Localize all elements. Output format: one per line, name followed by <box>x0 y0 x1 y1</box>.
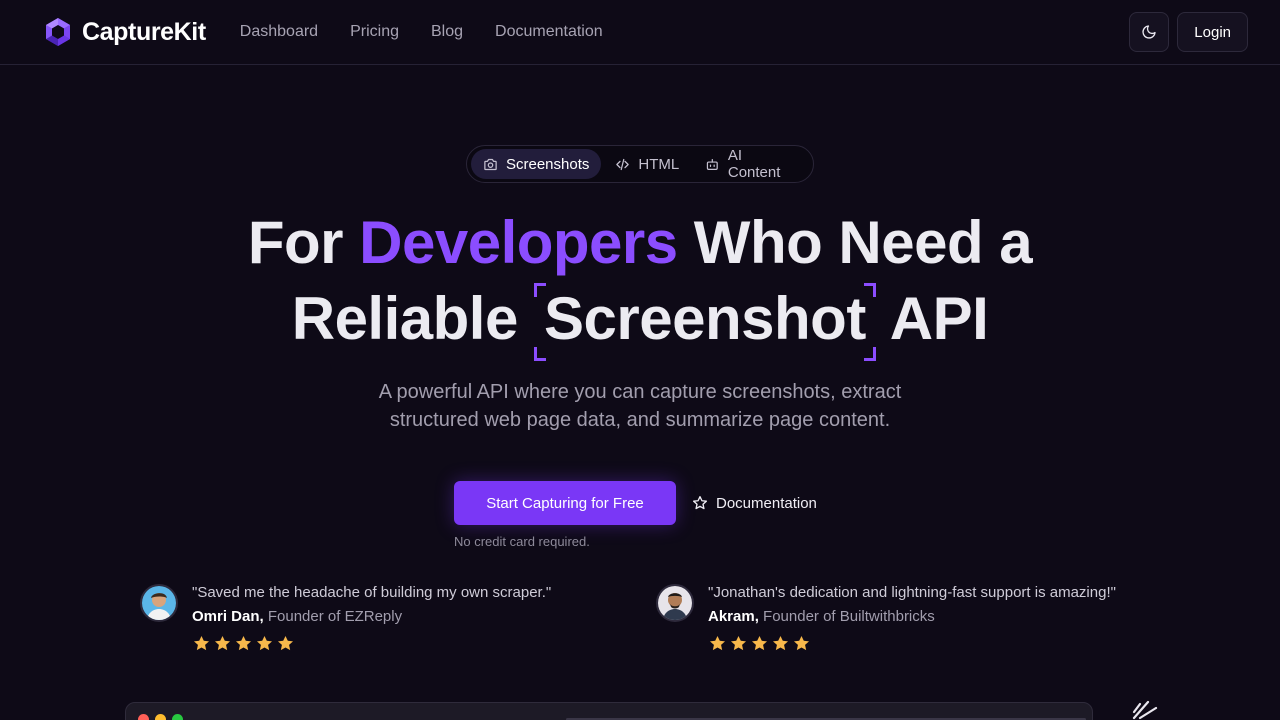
testimonial-card: "Saved me the headache of building my ow… <box>140 584 551 653</box>
capturekit-logo-icon <box>46 18 70 46</box>
brand-logo[interactable]: CaptureKit <box>42 16 206 48</box>
tab-label: AI Content <box>727 147 781 181</box>
star-icon <box>709 635 726 651</box>
window-minimize-dot <box>155 714 166 720</box>
documentation-link[interactable]: Documentation <box>692 495 817 512</box>
nav-link-dashboard[interactable]: Dashboard <box>240 23 318 41</box>
headline-bracketed-text: Screenshot <box>544 285 866 352</box>
testimonial-author: Omri Dan, Founder of EZReply <box>192 608 551 626</box>
headline-text: API <box>875 285 989 352</box>
theme-toggle-button[interactable] <box>1129 12 1170 52</box>
star-icon <box>256 635 273 651</box>
avatar <box>140 584 178 622</box>
headline-text: Who Need a <box>677 209 1033 276</box>
documentation-link-label: Documentation <box>716 494 817 512</box>
nav-link-pricing[interactable]: Pricing <box>350 23 399 41</box>
star-icon <box>730 635 747 651</box>
nav-link-documentation[interactable]: Documentation <box>495 23 603 41</box>
tab-label: Screenshots <box>506 155 590 173</box>
star-icon <box>751 635 768 651</box>
testimonial-author-name: Omri Dan, <box>192 608 264 625</box>
tab-screenshots[interactable]: Screenshots <box>471 149 602 179</box>
testimonial-quote: "Saved me the headache of building my ow… <box>192 584 552 601</box>
star-icon <box>235 635 252 651</box>
testimonial-author-role: Founder of EZReply <box>267 608 403 625</box>
testimonial-author-role: Founder of Builtwithbricks <box>763 608 935 625</box>
headline-accent-word: Developers <box>359 209 678 276</box>
star-icon <box>214 635 231 651</box>
brand-name: CaptureKit <box>82 17 206 46</box>
testimonial-author: Akram, Founder of Builtwithbricks <box>708 608 1116 626</box>
testimonial-author-name: Akram, <box>708 608 759 625</box>
no-credit-card-note: No credit card required. <box>454 534 590 549</box>
start-capturing-button[interactable]: Start Capturing for Free <box>454 481 676 525</box>
nav-link-blog[interactable]: Blog <box>431 23 463 41</box>
login-button[interactable]: Login <box>1177 12 1248 52</box>
nav-links: Dashboard Pricing Blog Documentation <box>240 23 603 41</box>
star-icon <box>193 635 210 651</box>
window-maximize-dot <box>172 714 183 720</box>
hero-subtitle: A powerful API where you can capture scr… <box>378 381 902 431</box>
camera-icon <box>484 158 497 170</box>
moon-icon <box>1142 25 1156 39</box>
top-navbar: CaptureKit Dashboard Pricing Blog Docume… <box>0 0 1280 65</box>
headline-text: Reliable <box>291 285 535 352</box>
rating-stars <box>708 634 1116 653</box>
star-icon <box>793 635 810 651</box>
browser-preview-window <box>125 702 1093 720</box>
testimonial-card: "Jonathan's dedication and lightning-fas… <box>656 584 1116 653</box>
avatar <box>656 584 694 622</box>
star-icon <box>693 496 707 510</box>
headline-bracketed-word: Screenshot <box>534 281 876 361</box>
page: CaptureKit Dashboard Pricing Blog Docume… <box>0 0 1280 720</box>
robot-icon <box>707 158 719 170</box>
star-icon <box>772 635 789 651</box>
tab-label: HTML <box>638 155 680 173</box>
hero-headline: For Developers Who Need a Reliable Scree… <box>0 205 1280 361</box>
product-tabs: Screenshots HTML AI Content <box>466 145 814 183</box>
tab-html[interactable]: HTML <box>603 149 691 179</box>
testimonial-quote: "Jonathan's dedication and lightning-fas… <box>708 584 1116 601</box>
star-icon <box>277 635 294 651</box>
code-icon <box>616 158 630 170</box>
nav-actions: Login <box>1129 12 1248 52</box>
rating-stars <box>192 634 551 653</box>
sparkle-decoration-icon <box>1132 700 1158 720</box>
cta-row: Start Capturing for Free Documentation <box>454 481 817 525</box>
window-close-dot <box>138 714 149 720</box>
tab-ai-content[interactable]: AI Content <box>693 147 809 181</box>
headline-text: For <box>247 209 360 276</box>
